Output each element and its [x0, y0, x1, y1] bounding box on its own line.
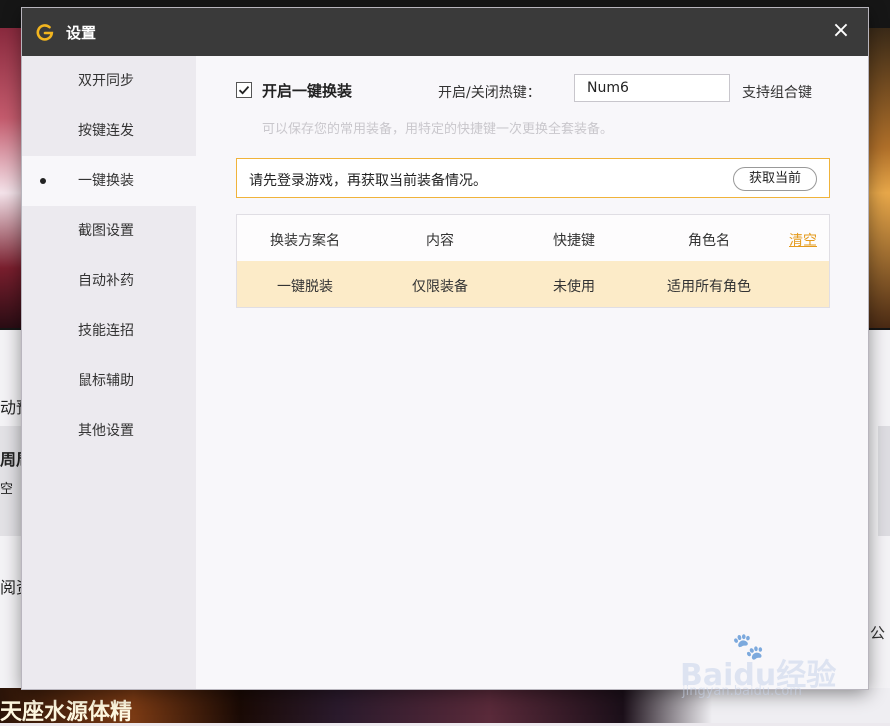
combo-key-note: 支持组合键	[742, 85, 812, 101]
column-header: 角色名	[688, 233, 730, 249]
sidebar-item-mouse-assist[interactable]: 鼠标辅助	[22, 356, 196, 406]
checkmark-icon	[238, 86, 250, 95]
watermark-url: jingyan.baidu.com	[682, 684, 802, 699]
sidebar-item-other[interactable]: 其他设置	[22, 406, 196, 456]
table-cell: 适用所有角色	[667, 279, 751, 295]
settings-sidebar: 双开同步 按键连发 一键换装 截图设置 自动补药 技能连招 鼠标辅助 其他设置	[22, 56, 196, 689]
hotkey-label: 开启/关闭热键：	[438, 85, 541, 101]
settings-dialog: 设置 × 双开同步 按键连发 一键换装 截图设置 自动补药 技能连招 鼠标辅助 …	[22, 8, 868, 689]
background-art-right	[868, 28, 890, 328]
dialog-titlebar[interactable]: 设置 ×	[22, 8, 868, 56]
sidebar-item-one-click-outfit[interactable]: 一键换装	[22, 156, 196, 206]
sidebar-item-label: 截图设置	[78, 223, 134, 239]
table-header: 换装方案名 内容 快捷键 角色名 清空	[237, 215, 829, 261]
sidebar-item-label: 双开同步	[78, 73, 134, 89]
sidebar-item-label: 其他设置	[78, 423, 134, 439]
sidebar-item-key-repeat[interactable]: 按键连发	[22, 106, 196, 156]
sidebar-item-label: 一键换装	[78, 173, 134, 189]
column-header: 内容	[426, 233, 454, 249]
login-notice: 请先登录游戏，再获取当前装备情况。 获取当前	[236, 158, 830, 198]
active-dot-icon	[40, 178, 46, 184]
baidu-watermark: 🐾 Baidu经验 jingyan.baidu.com	[680, 632, 880, 712]
background-text: 空	[0, 482, 14, 497]
fetch-current-button[interactable]: 获取当前	[733, 167, 817, 191]
background-game-title: 天座水源体精	[0, 700, 133, 725]
table-cell: 一键脱装	[277, 279, 333, 295]
table-cell: 仅限装备	[412, 279, 468, 295]
sidebar-item-screenshot[interactable]: 截图设置	[22, 206, 196, 256]
outfit-hint-text: 可以保存您的常用装备，用特定的快捷键一次更换全套装备。	[262, 122, 614, 137]
outfit-settings-panel: 开启一键换装 开启/关闭热键： 支持组合键 可以保存您的常用装备，用特定的快捷键…	[196, 56, 868, 689]
sidebar-item-dual-sync[interactable]: 双开同步	[22, 56, 196, 106]
background-art-left	[0, 28, 22, 328]
sidebar-item-label: 自动补药	[78, 273, 134, 289]
column-header: 换装方案名	[270, 233, 340, 249]
sidebar-item-label: 技能连招	[78, 323, 134, 339]
background-card-right	[878, 426, 890, 536]
table-cell: 未使用	[553, 279, 595, 295]
column-header: 快捷键	[553, 233, 595, 249]
dialog-title: 设置	[66, 24, 97, 42]
close-icon[interactable]: ×	[828, 18, 854, 44]
clear-link[interactable]: 清空	[789, 230, 817, 250]
enable-row: 开启一键换装 开启/关闭热键： 支持组合键	[236, 74, 836, 102]
sidebar-item-auto-potion[interactable]: 自动补药	[22, 256, 196, 306]
table-row[interactable]: 一键脱装 仅限装备 未使用 适用所有角色	[237, 261, 829, 307]
sidebar-item-label: 鼠标辅助	[78, 373, 134, 389]
sidebar-item-skill-combo[interactable]: 技能连招	[22, 306, 196, 356]
app-logo-icon	[36, 23, 54, 41]
sidebar-item-label: 按键连发	[78, 123, 134, 139]
enable-outfit-checkbox[interactable]	[236, 82, 252, 98]
notice-text: 请先登录游戏，再获取当前装备情况。	[249, 173, 487, 189]
enable-outfit-label[interactable]: 开启一键换装	[262, 80, 352, 101]
outfit-table: 换装方案名 内容 快捷键 角色名 清空 一键脱装 仅限装备 未使用 适用所有角色	[236, 214, 830, 308]
hotkey-input[interactable]	[574, 74, 730, 102]
